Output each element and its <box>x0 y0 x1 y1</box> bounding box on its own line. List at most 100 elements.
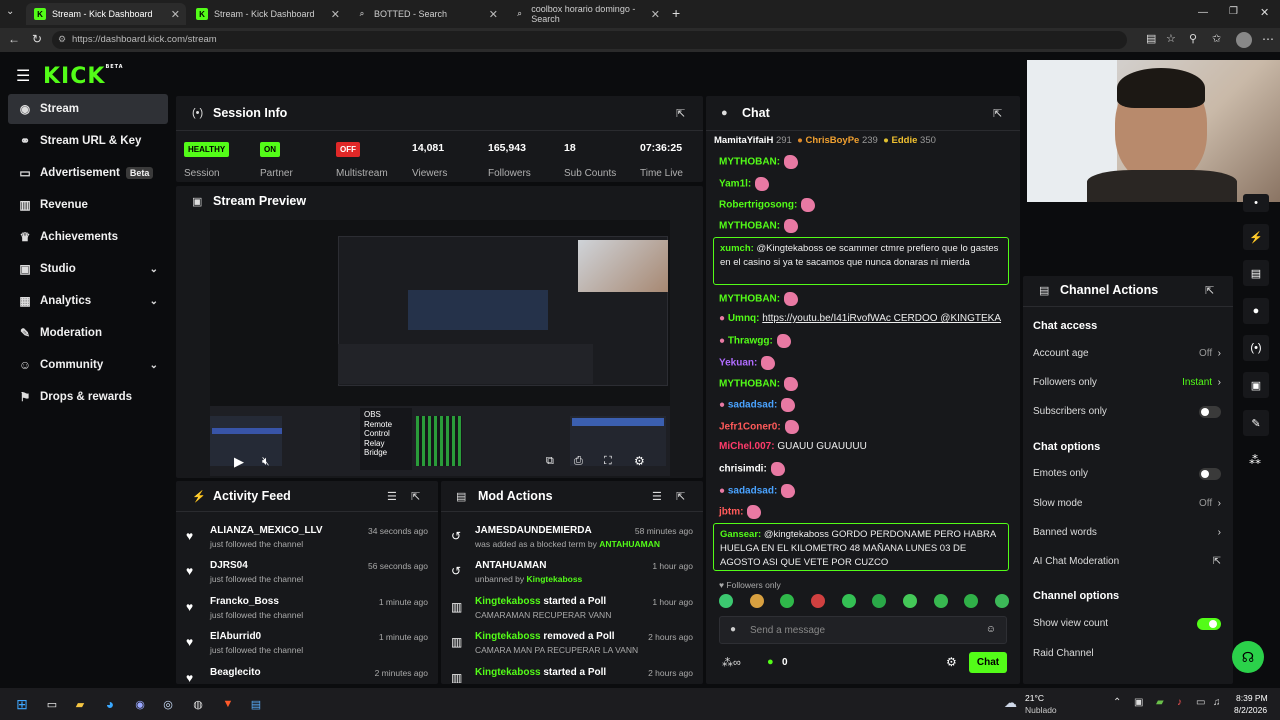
emote-icon[interactable] <box>933 594 948 608</box>
activity-user[interactable]: ElAburrid0 <box>210 631 261 642</box>
broadcast-icon[interactable]: (•) <box>1243 335 1269 361</box>
chat-username[interactable]: MYTHOBAN: <box>719 157 780 168</box>
banned-words-row[interactable]: Banned words › <box>1033 527 1221 538</box>
sidebar-item-achievements[interactable]: ♛ Achievements <box>8 222 168 252</box>
support-headset-icon[interactable]: ☊ <box>1232 641 1264 673</box>
emote-icon[interactable] <box>810 594 825 608</box>
sidebar-item-moderation[interactable]: ✎ Moderation <box>8 318 168 348</box>
microphone-icon[interactable]: ♪ <box>1177 697 1182 708</box>
popout-icon[interactable]: ⇱ <box>676 490 685 503</box>
activity-user[interactable]: Francko_Boss <box>210 596 279 607</box>
play-icon[interactable]: ▶ <box>234 454 244 470</box>
activity-user[interactable]: ALIANZA_MEXICO_LLV <box>210 525 323 536</box>
raid-channel-row[interactable]: Raid Channel <box>1033 648 1221 659</box>
chat-username[interactable]: MYTHOBAN: <box>719 221 780 232</box>
account-age-row[interactable]: Account age Off › <box>1033 348 1221 359</box>
kick-logo[interactable]: KICKBETA <box>43 64 124 89</box>
activity-user[interactable]: DJRS04 <box>210 560 248 571</box>
tray-app-icon[interactable]: ▣ <box>1134 697 1143 708</box>
emote-icon[interactable] <box>841 594 856 608</box>
gifter-name[interactable]: ChrisBoyPe <box>805 135 859 146</box>
chat-username[interactable]: sadadsad: <box>728 400 777 411</box>
file-explorer-icon[interactable]: ▰ <box>70 694 90 714</box>
sidebar-item-community[interactable]: ☺ Community ⌄ <box>8 350 168 380</box>
back-icon[interactable]: ← <box>8 32 20 46</box>
mod-user[interactable]: Kingtekaboss <box>475 631 541 642</box>
favorite-star-icon[interactable]: ☆ <box>1166 32 1176 45</box>
volume-icon[interactable]: ♫ <box>1213 697 1221 708</box>
close-tab-icon[interactable]: ✕ <box>171 8 180 21</box>
tray-chevron-icon[interactable]: ⌃ <box>1113 697 1121 708</box>
mod-user[interactable]: Kingtekaboss <box>475 596 541 607</box>
nvidia-icon[interactable]: ▰ <box>1156 697 1164 708</box>
task-view-icon[interactable]: ▭ <box>42 694 62 714</box>
chat-username[interactable]: Umnq: <box>728 313 760 324</box>
network-icon[interactable]: ▭ <box>1196 697 1205 708</box>
gifter-name[interactable]: Eddie <box>892 135 918 146</box>
notepad-icon[interactable]: ▤ <box>246 694 266 714</box>
chat-username[interactable]: Robertrigosong: <box>719 200 797 211</box>
show-view-count-toggle[interactable] <box>1197 618 1221 630</box>
edge-icon[interactable]: ◕ <box>100 694 120 714</box>
lightning-icon[interactable]: ⚡ <box>1243 224 1269 250</box>
sidebar-item-advertisement[interactable]: ▭ Advertisement Beta <box>8 158 168 188</box>
sidebar-item-revenue[interactable]: ▥ Revenue <box>8 190 168 220</box>
filter-icon[interactable]: ☰ <box>387 490 397 503</box>
emotes-only-toggle[interactable] <box>1199 468 1221 480</box>
emote-icon[interactable] <box>964 594 979 608</box>
fullscreen-icon[interactable]: ⛶ <box>604 455 612 468</box>
channel-icon[interactable]: ▣ <box>1243 372 1269 398</box>
chat-username[interactable]: Yekuan: <box>719 358 757 369</box>
chat-username[interactable]: xumch: <box>720 243 754 254</box>
followers-only-row[interactable]: Followers only Instant › <box>1033 377 1221 388</box>
emote-icon[interactable] <box>749 594 764 608</box>
close-window-icon[interactable]: ✕ <box>1260 6 1269 19</box>
site-info-icon[interactable]: ⚙ <box>58 34 66 45</box>
rail-item-icon[interactable]: • <box>1243 194 1269 212</box>
mod-by[interactable]: Kingtekaboss <box>527 574 583 584</box>
tab-list-icon[interactable]: ⌄ <box>6 6 14 17</box>
tab-1[interactable]: K Stream - Kick Dashboard ✕ <box>26 3 186 25</box>
collections-icon[interactable]: ✩ <box>1212 32 1221 45</box>
extensions-icon[interactable]: ⚲ <box>1189 32 1197 45</box>
popout-icon[interactable]: ⇱ <box>1205 284 1214 297</box>
emote-icon[interactable] <box>719 594 733 608</box>
more-icon[interactable]: ⋯ <box>1262 32 1274 46</box>
mute-icon[interactable]: 🔇︎ <box>262 454 270 469</box>
emote-icon[interactable] <box>780 594 795 608</box>
sidebar-item-stream-url-key[interactable]: ⚭ Stream URL & Key <box>8 126 168 156</box>
gifter-name[interactable]: MamitaYifaiH <box>714 135 773 146</box>
chat-username[interactable]: Jefr1Coner0: <box>719 422 781 433</box>
emote-icon[interactable] <box>902 594 917 608</box>
activity-user[interactable]: Beaglecito <box>210 667 261 678</box>
users-icon[interactable]: ⁂ <box>1249 453 1261 467</box>
chat-username[interactable]: chrisimdi: <box>719 464 767 475</box>
slow-mode-row[interactable]: Slow mode Off › <box>1033 498 1221 509</box>
filter-icon[interactable]: ☰ <box>652 490 662 503</box>
ai-chat-moderation-row[interactable]: AI Chat Moderation ⇱ <box>1033 556 1221 567</box>
url-input[interactable]: ⚙ https://dashboard.kick.com/stream <box>52 31 1127 49</box>
mod-by[interactable]: ANTAHUAMAN <box>599 539 660 549</box>
windows-start-icon[interactable]: ⊞ <box>12 694 32 714</box>
chat-username[interactable]: MYTHOBAN: <box>719 379 780 390</box>
new-tab-icon[interactable]: + <box>672 5 680 21</box>
clock-time[interactable]: 8:39 PM <box>1236 693 1268 703</box>
maximize-icon[interactable]: ❐ <box>1229 6 1238 17</box>
sidebar-item-studio[interactable]: ▣ Studio ⌄ <box>8 254 168 284</box>
chat-username[interactable]: Thrawgg: <box>728 336 773 347</box>
chat-input[interactable]: ● Send a message ☺ <box>719 616 1007 644</box>
subscribers-only-toggle[interactable] <box>1199 406 1221 418</box>
popout-icon[interactable]: ⇱ <box>993 107 1002 120</box>
sidebar-item-analytics[interactable]: ▦ Analytics ⌄ <box>8 286 168 316</box>
chat-username[interactable]: MiChel.007: <box>719 441 775 452</box>
steam-icon[interactable]: ◎ <box>158 694 178 714</box>
emote-icon[interactable] <box>994 594 1009 608</box>
close-tab-icon[interactable]: ✕ <box>331 8 340 21</box>
refresh-icon[interactable]: ↻ <box>32 32 42 46</box>
brave-icon[interactable]: ▼ <box>218 694 238 714</box>
chat-username[interactable]: jbtm: <box>719 507 743 518</box>
emoji-icon[interactable]: ☺ <box>986 624 996 635</box>
emote-icon[interactable] <box>872 594 887 608</box>
stream-video[interactable]: OBS Remote Control Relay Bridge ▶ 🔇︎ ⧉ ⎙… <box>210 220 670 476</box>
sidebar-item-drops-rewards[interactable]: ⚑ Drops & rewards <box>8 382 168 412</box>
